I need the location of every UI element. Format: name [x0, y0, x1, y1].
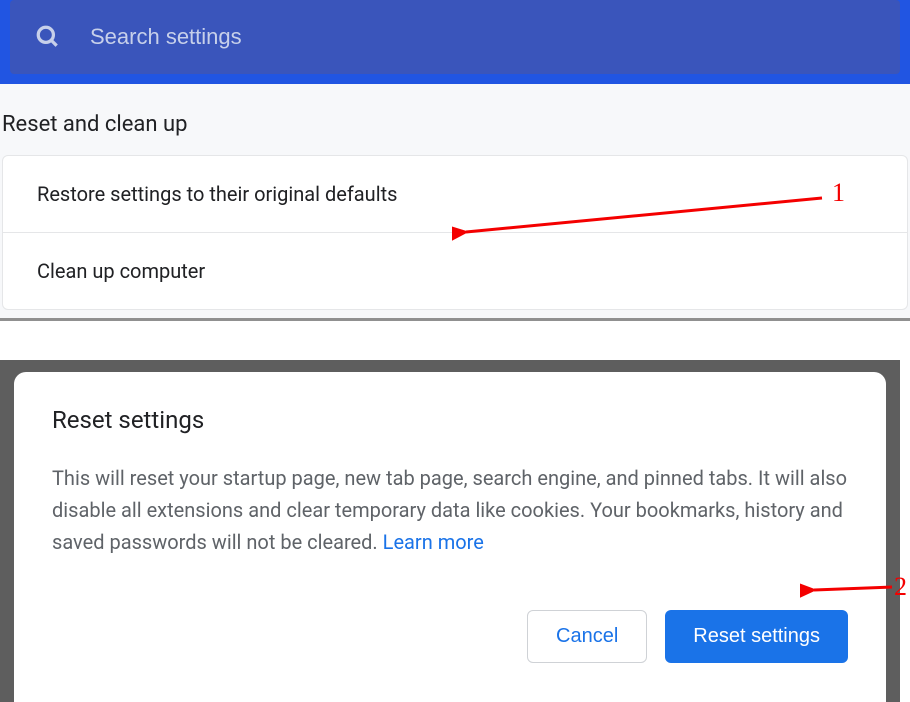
- dialog-backdrop: Reset settings This will reset your star…: [0, 360, 900, 702]
- restore-defaults-row[interactable]: Restore settings to their original defau…: [3, 156, 907, 232]
- settings-main: Reset and clean up Restore settings to t…: [0, 84, 910, 318]
- dialog-actions: Cancel Reset settings: [52, 610, 848, 663]
- cleanup-computer-row[interactable]: Clean up computer: [3, 232, 907, 309]
- dialog-title: Reset settings: [52, 406, 848, 434]
- search-icon: [34, 23, 62, 51]
- header-band: [0, 0, 910, 84]
- reset-dialog: Reset settings This will reset your star…: [14, 372, 886, 702]
- dialog-body: This will reset your startup page, new t…: [52, 462, 848, 558]
- search-input[interactable]: [90, 24, 876, 50]
- settings-card: Restore settings to their original defau…: [2, 155, 908, 310]
- search-bar[interactable]: [10, 0, 900, 74]
- reset-settings-button[interactable]: Reset settings: [665, 610, 848, 663]
- divider: [0, 318, 910, 321]
- learn-more-link[interactable]: Learn more: [383, 530, 484, 554]
- section-title: Reset and clean up: [0, 84, 910, 155]
- cancel-button[interactable]: Cancel: [527, 610, 647, 663]
